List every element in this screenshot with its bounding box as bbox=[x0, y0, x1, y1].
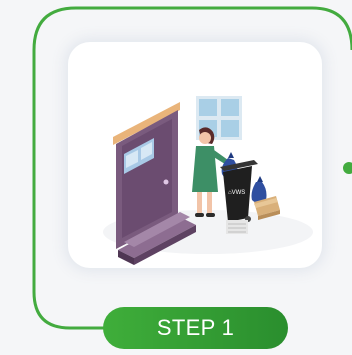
person-taking-out-trash-illustration: ⌂VWS bbox=[103, 96, 313, 265]
newspaper-bundle-icon bbox=[226, 220, 248, 234]
frame-dot bbox=[343, 162, 352, 174]
illustration-card: ⌂VWS bbox=[68, 42, 322, 268]
bin-logo-text: ⌂VWS bbox=[228, 190, 245, 196]
step-button[interactable]: STEP 1 bbox=[103, 307, 288, 349]
trash-bag-icon bbox=[251, 176, 267, 203]
